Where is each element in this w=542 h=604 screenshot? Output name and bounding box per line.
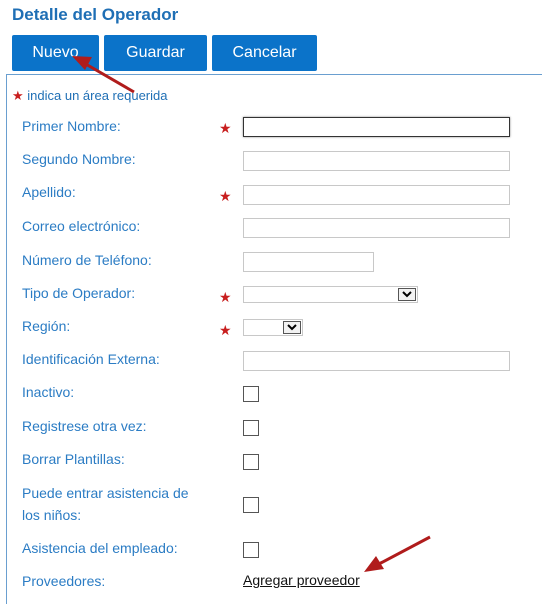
add-provider-link[interactable]: Agregar proveedor xyxy=(243,572,360,588)
child-attendance-checkbox[interactable] xyxy=(243,497,259,513)
first-name-input[interactable] xyxy=(243,117,510,137)
child-attendance-label-line2: los niños: xyxy=(22,507,82,523)
delete-templates-checkbox[interactable] xyxy=(243,454,259,470)
required-star-icon: ★ xyxy=(219,120,232,136)
external-id-label: Identificación Externa: xyxy=(22,351,160,367)
email-label: Correo electrónico: xyxy=(22,218,141,234)
chevron-down-icon[interactable] xyxy=(398,288,416,301)
operator-type-select[interactable] xyxy=(243,286,418,303)
middle-name-input[interactable] xyxy=(243,151,510,171)
last-name-label: Apellido: xyxy=(22,184,76,200)
middle-name-label: Segundo Nombre: xyxy=(22,151,136,167)
save-button[interactable]: Guardar xyxy=(104,35,207,71)
phone-label: Número de Teléfono: xyxy=(22,252,152,268)
required-star-icon: ★ xyxy=(12,88,24,103)
cancel-button[interactable]: Cancelar xyxy=(212,35,317,71)
region-select[interactable] xyxy=(243,319,303,336)
email-input[interactable] xyxy=(243,218,510,238)
required-star-icon: ★ xyxy=(219,289,232,305)
register-again-checkbox[interactable] xyxy=(243,420,259,436)
required-note: ★ indica un área requerida xyxy=(12,88,168,104)
required-star-icon: ★ xyxy=(219,322,232,338)
delete-templates-label: Borrar Plantillas: xyxy=(22,451,125,467)
last-name-input[interactable] xyxy=(243,185,510,205)
operator-type-label: Tipo de Operador: xyxy=(22,285,136,301)
first-name-label: Primer Nombre: xyxy=(22,118,121,134)
external-id-input[interactable] xyxy=(243,351,510,371)
inactive-checkbox[interactable] xyxy=(243,386,259,402)
inactive-label: Inactivo: xyxy=(22,384,75,400)
register-again-label: Registrese otra vez: xyxy=(22,418,147,434)
chevron-down-icon[interactable] xyxy=(283,321,301,334)
child-attendance-label: Puede entrar asistencia de los niños: xyxy=(22,482,189,526)
child-attendance-label-line1: Puede entrar asistencia de xyxy=(22,485,189,501)
new-button[interactable]: Nuevo xyxy=(12,35,99,71)
providers-label: Proveedores: xyxy=(22,573,106,589)
required-star-icon: ★ xyxy=(219,188,232,204)
region-label: Región: xyxy=(22,318,71,334)
required-note-text: indica un área requerida xyxy=(27,88,168,103)
page-title: Detalle del Operador xyxy=(12,5,179,24)
phone-input[interactable] xyxy=(243,252,374,272)
employee-attendance-label: Asistencia del empleado: xyxy=(22,540,178,556)
employee-attendance-checkbox[interactable] xyxy=(243,542,259,558)
